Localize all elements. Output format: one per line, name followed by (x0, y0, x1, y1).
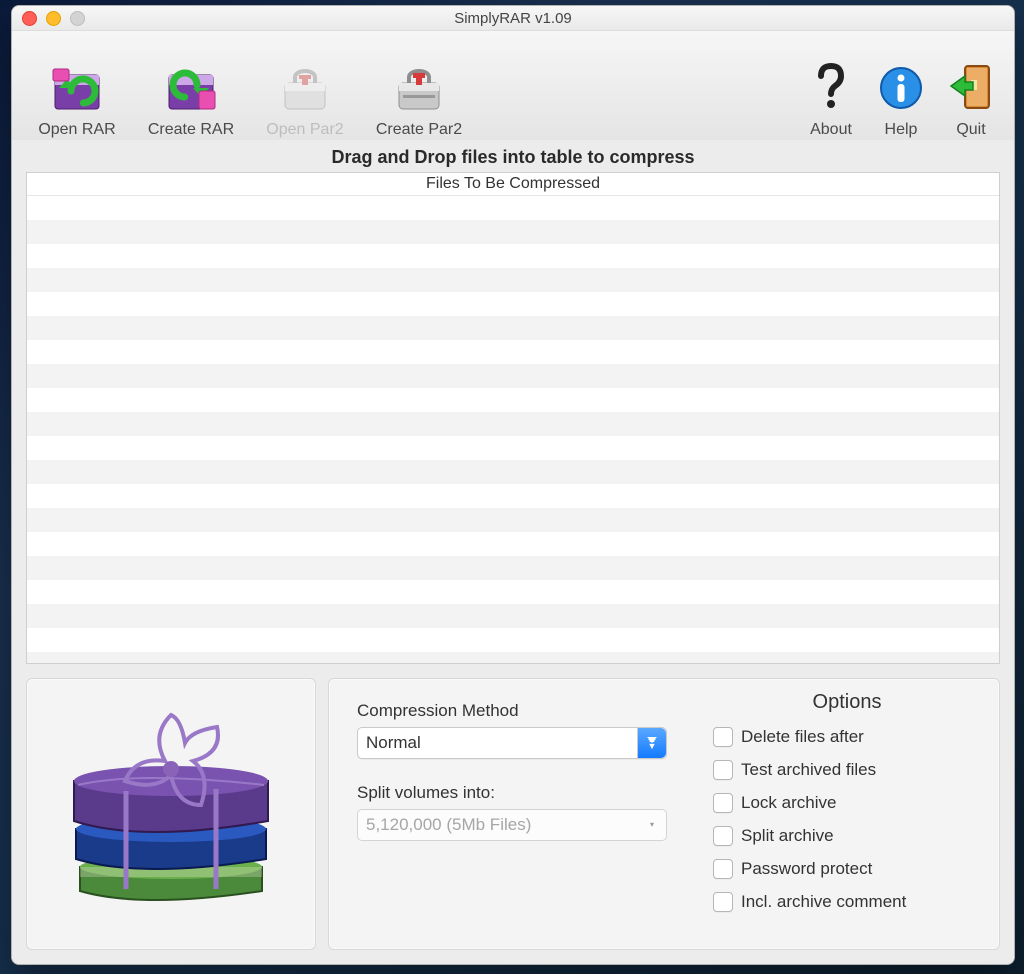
table-row (27, 508, 999, 532)
table-row (27, 556, 999, 580)
toolbar-right: About Help (796, 59, 1006, 139)
checkbox-label: Split archive (741, 826, 834, 846)
table-row (27, 532, 999, 556)
checkbox-delete-after[interactable]: Delete files after (713, 720, 981, 753)
checkbox-label: Lock archive (741, 793, 836, 813)
table-row (27, 628, 999, 652)
checkbox-icon (713, 727, 733, 747)
create-rar-icon (162, 59, 220, 117)
quit-button[interactable]: Quit (936, 59, 1006, 139)
create-par2-icon (390, 59, 448, 117)
chevron-down-icon: ▾ (644, 817, 660, 833)
checkbox-password-protect[interactable]: Password protect (713, 852, 981, 885)
drag-hint-label: Drag and Drop files into table to compre… (26, 147, 1000, 168)
split-volumes-value: 5,120,000 (5Mb Files) (366, 815, 531, 835)
open-rar-icon (48, 59, 106, 117)
quit-icon (942, 59, 1000, 117)
checkbox-test-archived[interactable]: Test archived files (713, 753, 981, 786)
checkbox-label: Delete files after (741, 727, 864, 747)
about-button[interactable]: About (796, 59, 866, 139)
settings-panel: Compression Method Normal ▲▼ Split volum… (328, 678, 1000, 950)
logo-panel (26, 678, 316, 950)
window-title: SimplyRAR v1.09 (12, 10, 1014, 27)
books-icon (56, 709, 286, 919)
app-window: SimplyRAR v1.09 Open RAR (11, 5, 1015, 965)
dropdown-arrow-icon: ▲▼ (637, 728, 666, 758)
toolbar-label: Open Par2 (266, 121, 343, 139)
help-icon (872, 59, 930, 117)
table-row (27, 460, 999, 484)
options-group: Options Delete files after Test archived… (713, 691, 981, 939)
files-table[interactable]: Files To Be Compressed (26, 172, 1000, 664)
table-row (27, 364, 999, 388)
files-table-rows[interactable] (27, 196, 999, 664)
table-row (27, 316, 999, 340)
table-row (27, 412, 999, 436)
bottom-panels: Compression Method Normal ▲▼ Split volum… (26, 678, 1000, 950)
create-par2-button[interactable]: Create Par2 (362, 59, 476, 139)
table-row (27, 292, 999, 316)
files-table-header[interactable]: Files To Be Compressed (27, 173, 999, 196)
table-row (27, 484, 999, 508)
checkbox-icon (713, 892, 733, 912)
compression-method-select[interactable]: Normal ▲▼ (357, 727, 667, 759)
checkbox-icon (713, 826, 733, 846)
checkbox-split-archive[interactable]: Split archive (713, 819, 981, 852)
split-volumes-combobox[interactable]: 5,120,000 (5Mb Files) ▾ (357, 809, 667, 841)
create-rar-button[interactable]: Create RAR (134, 59, 248, 139)
compression-method-value: Normal (366, 733, 421, 753)
checkbox-icon (713, 760, 733, 780)
toolbar-label: Open RAR (38, 121, 115, 139)
open-rar-button[interactable]: Open RAR (20, 59, 134, 139)
toolbar-label: About (810, 121, 852, 139)
table-row (27, 652, 999, 664)
titlebar[interactable]: SimplyRAR v1.09 (12, 6, 1014, 31)
compression-settings: Compression Method Normal ▲▼ Split volum… (357, 691, 687, 939)
table-row (27, 580, 999, 604)
checkbox-lock-archive[interactable]: Lock archive (713, 786, 981, 819)
table-row (27, 388, 999, 412)
checkbox-label: Incl. archive comment (741, 892, 906, 912)
checkbox-incl-comment[interactable]: Incl. archive comment (713, 885, 981, 918)
toolbar-left: Open RAR Create RAR (20, 59, 476, 139)
table-row (27, 436, 999, 460)
content-area: Drag and Drop files into table to compre… (12, 140, 1014, 964)
toolbar-label: Quit (956, 121, 985, 139)
table-row (27, 604, 999, 628)
open-par2-icon (276, 59, 334, 117)
table-row (27, 340, 999, 364)
options-title: Options (713, 691, 981, 714)
checkbox-label: Test archived files (741, 760, 876, 780)
checkbox-icon (713, 859, 733, 879)
table-row (27, 220, 999, 244)
toolbar-label: Help (885, 121, 918, 139)
toolbar-label: Create Par2 (376, 121, 462, 139)
table-row (27, 268, 999, 292)
toolbar: Open RAR Create RAR (12, 31, 1014, 146)
table-row (27, 196, 999, 220)
table-row (27, 244, 999, 268)
compression-method-label: Compression Method (357, 701, 687, 721)
help-button[interactable]: Help (866, 59, 936, 139)
checkbox-label: Password protect (741, 859, 872, 879)
about-icon (802, 59, 860, 117)
toolbar-label: Create RAR (148, 121, 234, 139)
checkbox-icon (713, 793, 733, 813)
open-par2-button: Open Par2 (248, 59, 362, 139)
split-volumes-label: Split volumes into: (357, 783, 687, 803)
